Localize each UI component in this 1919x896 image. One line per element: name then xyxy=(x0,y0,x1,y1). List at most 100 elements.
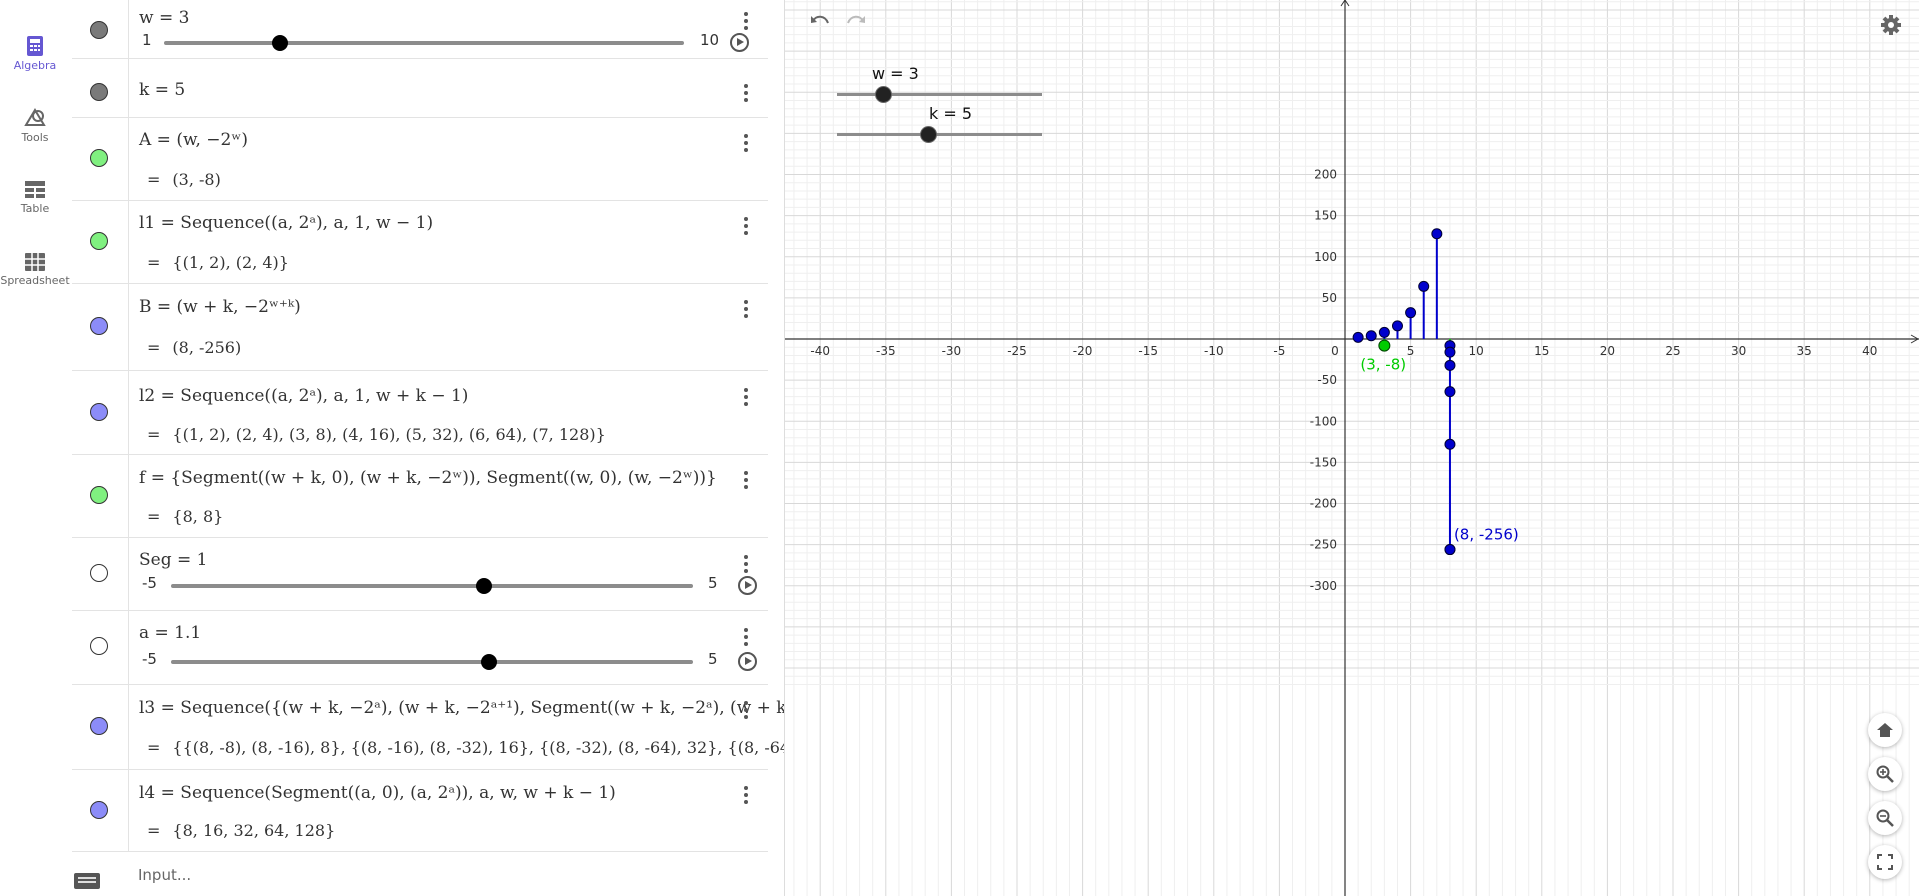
slider-track[interactable] xyxy=(171,584,693,588)
home-button[interactable] xyxy=(1868,713,1902,747)
more-menu-icon[interactable] xyxy=(744,701,750,721)
definition-A[interactable]: A = (w, −2ʷ) xyxy=(139,130,248,150)
value-l4: = {8, 16, 32, 64, 128} xyxy=(147,821,335,840)
definition-w[interactable]: w = 3 xyxy=(139,8,189,28)
slider-knob[interactable] xyxy=(271,35,288,51)
nav-label-table: Table xyxy=(20,202,50,215)
point-B[interactable] xyxy=(1444,544,1456,556)
slider-a[interactable]: -5 5 xyxy=(72,650,768,674)
algebra-row-l3[interactable]: l3 = Sequence({(w + k, −2ᵃ), (w + k, −2ᵃ… xyxy=(72,684,784,770)
point-l2[interactable] xyxy=(1352,331,1364,343)
marble-column xyxy=(72,454,129,537)
calculator-icon xyxy=(27,36,43,56)
play-animation-icon[interactable] xyxy=(738,652,757,671)
point-A[interactable] xyxy=(1378,339,1391,352)
nav-item-table[interactable]: Table xyxy=(0,181,70,215)
slider-Seg[interactable]: -5 5 xyxy=(72,574,768,598)
point-l2[interactable] xyxy=(1391,320,1403,332)
input-placeholder[interactable]: Input... xyxy=(138,866,191,884)
point-l2[interactable] xyxy=(1431,228,1443,240)
equals-sign: = xyxy=(147,507,161,526)
graph-slider-label[interactable]: w = 3 xyxy=(872,64,919,83)
more-menu-icon[interactable] xyxy=(744,628,750,648)
visibility-toggle[interactable] xyxy=(90,83,108,101)
redo-icon[interactable] xyxy=(845,12,867,30)
more-menu-icon[interactable] xyxy=(744,12,750,32)
algebra-row-A[interactable]: A = (w, −2ʷ) = (3, -8) xyxy=(72,117,768,201)
slider-w[interactable]: 1 10 xyxy=(72,31,768,55)
slider-track[interactable] xyxy=(171,660,693,664)
definition-a[interactable]: a = 1.1 xyxy=(139,623,201,643)
definition-Seg[interactable]: Seg = 1 xyxy=(139,550,207,570)
algebra-row-a[interactable]: a = 1.1 -5 5 xyxy=(72,610,768,685)
slider-knob[interactable] xyxy=(476,578,493,594)
slider-track[interactable] xyxy=(164,41,684,45)
point-l2[interactable] xyxy=(1365,330,1377,342)
x-tick-label: -15 xyxy=(1138,344,1158,358)
graph-slider-knob[interactable] xyxy=(874,86,892,103)
definition-k[interactable]: k = 5 xyxy=(139,80,185,100)
point-l3[interactable] xyxy=(1444,346,1456,358)
more-menu-icon[interactable] xyxy=(744,471,750,491)
visibility-toggle[interactable] xyxy=(90,403,108,421)
definition-l2[interactable]: l2 = Sequence((a, 2ᵃ), a, 1, w + k − 1) xyxy=(139,386,468,406)
graphics-view[interactable]: -40 -35 -30 -25 -20 -15 -10 -5 0 5 10 15 20 25 30 35 40 2… xyxy=(785,0,1919,896)
y-tick-label: 50 xyxy=(1322,291,1337,305)
slider-min-label: -5 xyxy=(142,574,157,592)
more-menu-icon[interactable] xyxy=(744,84,750,104)
value-text: (8, -256) xyxy=(172,338,242,357)
visibility-toggle[interactable] xyxy=(90,317,108,335)
graph-slider-label[interactable]: k = 5 xyxy=(929,104,972,123)
more-menu-icon[interactable] xyxy=(744,217,750,237)
definition-l1[interactable]: l1 = Sequence((a, 2ᵃ), a, 1, w − 1) xyxy=(139,213,433,233)
undo-icon[interactable] xyxy=(809,12,831,30)
settings-gear-icon[interactable] xyxy=(1880,14,1902,36)
fullscreen-button[interactable] xyxy=(1868,845,1902,879)
algebra-row-Seg[interactable]: Seg = 1 -5 5 xyxy=(72,537,768,611)
keyboard-icon[interactable] xyxy=(74,873,100,889)
point-l3[interactable] xyxy=(1444,438,1456,450)
definition-l3[interactable]: l3 = Sequence({(w + k, −2ᵃ), (w + k, −2ᵃ… xyxy=(139,698,784,718)
zoom-in-button[interactable] xyxy=(1868,757,1902,791)
more-menu-icon[interactable] xyxy=(744,300,750,320)
point-l2[interactable] xyxy=(1418,280,1430,292)
visibility-toggle[interactable] xyxy=(90,486,108,504)
visibility-toggle[interactable] xyxy=(90,149,108,167)
algebra-row-f[interactable]: f = {Segment((w + k, 0), (w + k, −2ʷ)), … xyxy=(72,454,768,538)
algebra-row-B[interactable]: B = (w + k, −2ʷ⁺ᵏ) = (8, -256) xyxy=(72,283,768,371)
graph-slider-knob[interactable] xyxy=(920,126,938,143)
more-menu-icon[interactable] xyxy=(744,134,750,154)
play-animation-icon[interactable] xyxy=(738,576,757,595)
point-l3[interactable] xyxy=(1444,359,1456,371)
algebra-row-l2[interactable]: l2 = Sequence((a, 2ᵃ), a, 1, w + k − 1) =… xyxy=(72,370,768,455)
graph-slider-track[interactable] xyxy=(837,93,1042,96)
more-menu-icon[interactable] xyxy=(744,388,750,408)
algebra-row-l1[interactable]: l1 = Sequence((a, 2ᵃ), a, 1, w − 1) = {(1,… xyxy=(72,200,768,284)
y-tick-label: -300 xyxy=(1310,579,1337,593)
algebra-row-l4[interactable]: l4 = Sequence(Segment((a, 0), (a, 2ᵃ)), … xyxy=(72,769,768,852)
zoom-out-button[interactable] xyxy=(1868,801,1902,835)
point-l2[interactable] xyxy=(1405,307,1417,319)
more-menu-icon[interactable] xyxy=(744,786,750,806)
algebra-row-k[interactable]: k = 5 xyxy=(72,58,768,118)
y-tick-label: -250 xyxy=(1310,538,1337,552)
nav-item-algebra[interactable]: Algebra xyxy=(0,36,70,72)
visibility-toggle[interactable] xyxy=(90,717,108,735)
play-animation-icon[interactable] xyxy=(730,33,749,52)
nav-item-spreadsheet[interactable]: Spreadsheet xyxy=(0,253,70,287)
marble-column xyxy=(72,370,129,454)
point-l2[interactable] xyxy=(1378,326,1390,338)
input-bar[interactable]: Input... xyxy=(72,851,784,896)
slider-knob[interactable] xyxy=(481,654,498,670)
algebra-row-w[interactable]: w = 3 1 10 xyxy=(72,0,768,59)
nav-item-tools[interactable]: Tools xyxy=(0,108,70,144)
visibility-toggle[interactable] xyxy=(90,232,108,250)
definition-f[interactable]: f = {Segment((w + k, 0), (w + k, −2ʷ)), … xyxy=(139,468,717,488)
point-l3[interactable] xyxy=(1444,386,1456,398)
visibility-toggle[interactable] xyxy=(90,801,108,819)
definition-B[interactable]: B = (w + k, −2ʷ⁺ᵏ) xyxy=(139,297,301,317)
definition-l4[interactable]: l4 = Sequence(Segment((a, 0), (a, 2ᵃ)), … xyxy=(139,783,616,803)
more-menu-icon[interactable] xyxy=(744,555,750,575)
graph-slider-track[interactable] xyxy=(837,133,1042,136)
value-text: {(1, 2), (2, 4), (3, 8), (4, 16), (5, 32… xyxy=(172,425,606,444)
